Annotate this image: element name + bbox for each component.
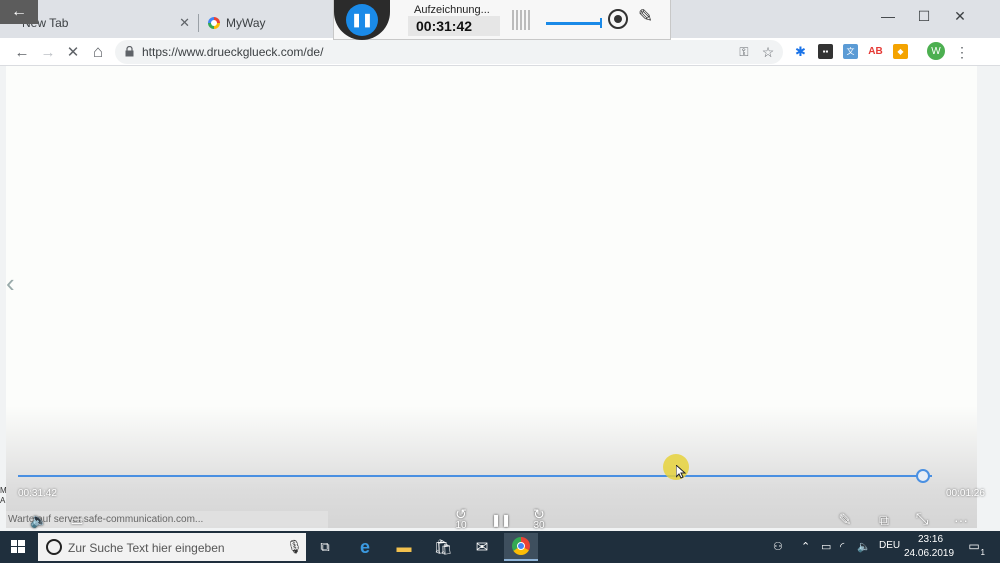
- taskbar-search-box[interactable]: Zur Suche Text hier eingeben 🎙: [38, 533, 306, 561]
- mail-icon[interactable]: ✉: [465, 533, 499, 561]
- microphone-icon[interactable]: 🎙: [286, 539, 303, 555]
- chevron-left-icon[interactable]: ‹: [6, 268, 15, 299]
- windows-start-icon[interactable]: [6, 537, 30, 557]
- myway-favicon-icon: [208, 17, 220, 29]
- pause-button[interactable]: ❚❚: [490, 510, 512, 530]
- screen-recorder-widget: ❚❚ Aufzeichnung... 00:31:42 ✎: [333, 0, 671, 40]
- browser-status-bar: Warte auf server.safe-communication.com.…: [6, 511, 328, 528]
- speaker-icon[interactable]: 🔈: [857, 540, 871, 553]
- recording-status-text: Aufzeichnung...: [414, 4, 490, 16]
- people-icon[interactable]: ⚇: [773, 540, 783, 553]
- store-icon[interactable]: 🛍: [426, 533, 460, 561]
- recording-timer: 00:31:42: [408, 16, 500, 36]
- edit-icon[interactable]: ✎: [834, 510, 856, 530]
- video-player[interactable]: [6, 66, 977, 528]
- tab-myway[interactable]: MyWay: [198, 8, 338, 38]
- clock-time[interactable]: 23:16: [918, 534, 943, 545]
- key-icon[interactable]: ⚿: [735, 43, 753, 61]
- windows-taskbar: Zur Suche Text hier eingeben 🎙 ⧉ e ▬ 🛍 ✉…: [0, 531, 1000, 563]
- clock-date[interactable]: 24.06.2019: [904, 548, 954, 559]
- back-arrow-icon[interactable]: ←: [0, 0, 38, 24]
- forward-30-label: 30: [533, 519, 545, 531]
- edge-icon[interactable]: e: [348, 533, 382, 561]
- file-explorer-icon[interactable]: ▬: [387, 533, 421, 561]
- mouse-cursor-icon: [676, 465, 686, 479]
- maximize-button[interactable]: ☐: [906, 4, 942, 28]
- chrome-icon[interactable]: [504, 533, 538, 561]
- rewind-10-button[interactable]: ↺ 10: [450, 506, 472, 531]
- seek-bar[interactable]: [18, 475, 932, 477]
- shield-icon[interactable]: ◆: [893, 44, 908, 59]
- miniplayer-icon[interactable]: ⧉: [873, 510, 895, 530]
- translate-icon[interactable]: 文: [843, 44, 858, 59]
- close-window-button[interactable]: ✕: [942, 4, 978, 28]
- task-view-icon[interactable]: ⧉: [308, 533, 342, 561]
- recorder-pause-panel: ❚❚: [334, 0, 390, 40]
- close-tab-icon[interactable]: ✕: [179, 15, 190, 31]
- adblock-icon[interactable]: AB: [868, 44, 883, 59]
- side-badge: M A: [0, 486, 7, 505]
- minimize-button[interactable]: —: [870, 4, 906, 28]
- lock-icon: [125, 46, 134, 57]
- browser-menu-icon[interactable]: ⋮: [950, 40, 974, 64]
- more-options-icon[interactable]: ···: [950, 510, 972, 530]
- recording-elapsed-time: 00:31:42: [416, 18, 473, 34]
- search-placeholder: Zur Suche Text hier eingeben: [68, 541, 225, 555]
- pause-recording-button[interactable]: ❚❚: [346, 4, 378, 36]
- puzzle-icon[interactable]: ✱: [793, 44, 808, 59]
- volume-icon[interactable]: 🔈: [28, 510, 50, 530]
- forward-30-button[interactable]: ↻ 30: [528, 506, 550, 531]
- exit-fullscreen-icon[interactable]: ⤡: [911, 510, 933, 530]
- webcam-icon[interactable]: [608, 9, 628, 29]
- tab-label: MyWay: [226, 16, 266, 30]
- bookmark-star-icon[interactable]: ☆: [759, 43, 777, 61]
- chevron-up-icon[interactable]: ⌃: [801, 540, 810, 553]
- player-elapsed-time: 00:31:42: [18, 488, 57, 499]
- browser-toolbar: ← → ✕ ⌂ https://www.drueckglueck.com/de/…: [0, 38, 1000, 66]
- stop-loading-button[interactable]: ✕: [61, 40, 85, 64]
- captions-icon[interactable]: ▭: [66, 510, 88, 530]
- forward-button[interactable]: →: [36, 40, 60, 64]
- volume-slider[interactable]: [546, 18, 602, 28]
- audio-level-icon: [512, 10, 530, 30]
- keyboard-icon[interactable]: ▪▪: [818, 44, 833, 59]
- player-total-time: 00:01:26: [946, 488, 985, 499]
- address-bar[interactable]: https://www.drueckglueck.com/de/ ⚿ ☆: [115, 40, 783, 64]
- rewind-10-label: 10: [455, 519, 467, 531]
- battery-icon[interactable]: ▭: [821, 540, 831, 553]
- notification-count: 1: [980, 548, 985, 557]
- notification-center-icon[interactable]: ▭ 1: [966, 538, 985, 557]
- pen-icon[interactable]: ✎: [638, 6, 653, 27]
- home-button[interactable]: ⌂: [86, 40, 110, 64]
- profile-avatar[interactable]: W: [927, 42, 945, 60]
- seek-bar-handle[interactable]: [916, 469, 930, 483]
- back-button[interactable]: ←: [10, 40, 34, 64]
- wifi-icon[interactable]: ◜: [840, 540, 844, 553]
- language-indicator[interactable]: DEU: [879, 540, 900, 551]
- url-text[interactable]: https://www.drueckglueck.com/de/: [142, 45, 323, 59]
- cortana-icon: [46, 539, 62, 555]
